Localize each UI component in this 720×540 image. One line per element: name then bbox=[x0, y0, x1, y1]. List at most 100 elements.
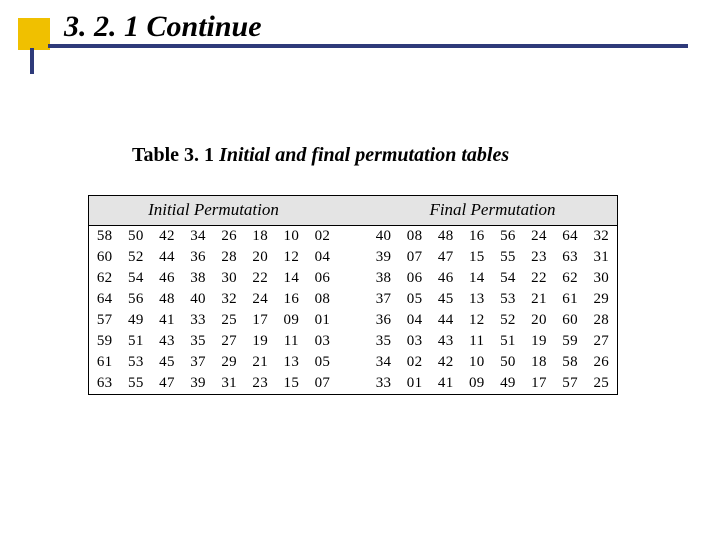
table-cell: 61 bbox=[555, 289, 586, 310]
table-cell: 15 bbox=[276, 373, 307, 395]
caption-rest: Initial and final permutation tables bbox=[214, 144, 509, 166]
table-cell: 29 bbox=[214, 352, 245, 373]
table-cell: 58 bbox=[89, 226, 121, 248]
table-cell: 16 bbox=[461, 226, 492, 248]
table-cell: 52 bbox=[492, 310, 523, 331]
table-cell: 06 bbox=[399, 268, 430, 289]
table-row: 59514335271911033503431151195927 bbox=[89, 331, 618, 352]
table-cell: 39 bbox=[368, 247, 399, 268]
table-cell: 27 bbox=[586, 331, 618, 352]
table-cell: 23 bbox=[523, 247, 554, 268]
table-cell: 28 bbox=[586, 310, 618, 331]
table-cell: 32 bbox=[214, 289, 245, 310]
table-cell: 08 bbox=[307, 289, 338, 310]
table-cell: 33 bbox=[368, 373, 399, 395]
table-cell: 47 bbox=[430, 247, 461, 268]
caption-lead: Table 3. 1 bbox=[132, 144, 214, 166]
table-cell: 28 bbox=[214, 247, 245, 268]
table-cell: 25 bbox=[214, 310, 245, 331]
table-cell: 46 bbox=[430, 268, 461, 289]
table-cell: 59 bbox=[89, 331, 121, 352]
table-cell: 54 bbox=[492, 268, 523, 289]
table-cell: 19 bbox=[245, 331, 276, 352]
table-gap-cell bbox=[338, 226, 368, 248]
table-cell: 31 bbox=[586, 247, 618, 268]
table-row: 57494133251709013604441252206028 bbox=[89, 310, 618, 331]
table-cell: 20 bbox=[245, 247, 276, 268]
table-cell: 03 bbox=[307, 331, 338, 352]
table-cell: 04 bbox=[307, 247, 338, 268]
table-header-final: Final Permutation bbox=[368, 196, 618, 226]
table-cell: 01 bbox=[307, 310, 338, 331]
table-gap-cell bbox=[338, 352, 368, 373]
table-cell: 07 bbox=[399, 247, 430, 268]
table-cell: 52 bbox=[120, 247, 151, 268]
table-cell: 39 bbox=[183, 373, 214, 395]
table-cell: 16 bbox=[276, 289, 307, 310]
table-cell: 50 bbox=[120, 226, 151, 248]
table-cell: 02 bbox=[307, 226, 338, 248]
table-cell: 64 bbox=[89, 289, 121, 310]
table-row: 62544638302214063806461454226230 bbox=[89, 268, 618, 289]
table-cell: 10 bbox=[276, 226, 307, 248]
table-row: 64564840322416083705451353216129 bbox=[89, 289, 618, 310]
table-cell: 35 bbox=[183, 331, 214, 352]
table-cell: 46 bbox=[151, 268, 182, 289]
accent-rule-horizontal bbox=[48, 44, 688, 48]
table-cell: 27 bbox=[214, 331, 245, 352]
table-cell: 10 bbox=[461, 352, 492, 373]
table-cell: 53 bbox=[120, 352, 151, 373]
table-cell: 59 bbox=[555, 331, 586, 352]
table-cell: 06 bbox=[307, 268, 338, 289]
table-cell: 36 bbox=[183, 247, 214, 268]
permutation-table: Initial Permutation Final Permutation 58… bbox=[88, 195, 618, 395]
table-cell: 30 bbox=[214, 268, 245, 289]
table-cell: 53 bbox=[492, 289, 523, 310]
table-cell: 62 bbox=[555, 268, 586, 289]
table-cell: 13 bbox=[461, 289, 492, 310]
table-cell: 60 bbox=[89, 247, 121, 268]
table-cell: 09 bbox=[276, 310, 307, 331]
table-gap-cell bbox=[338, 289, 368, 310]
table-cell: 38 bbox=[183, 268, 214, 289]
table-gap-cell bbox=[338, 331, 368, 352]
table-cell: 31 bbox=[214, 373, 245, 395]
table-header-gap bbox=[338, 196, 368, 226]
table-cell: 35 bbox=[368, 331, 399, 352]
table-cell: 05 bbox=[307, 352, 338, 373]
table-cell: 43 bbox=[151, 331, 182, 352]
table-cell: 41 bbox=[151, 310, 182, 331]
table-cell: 49 bbox=[120, 310, 151, 331]
table-cell: 14 bbox=[461, 268, 492, 289]
accent-rule-vertical bbox=[30, 48, 34, 74]
table-cell: 04 bbox=[399, 310, 430, 331]
table-cell: 24 bbox=[523, 226, 554, 248]
table-cell: 34 bbox=[368, 352, 399, 373]
table-cell: 13 bbox=[276, 352, 307, 373]
table-cell: 19 bbox=[523, 331, 554, 352]
table-cell: 26 bbox=[586, 352, 618, 373]
table-cell: 26 bbox=[214, 226, 245, 248]
table-cell: 45 bbox=[430, 289, 461, 310]
table-gap-cell bbox=[338, 373, 368, 395]
table-cell: 51 bbox=[492, 331, 523, 352]
table-cell: 56 bbox=[120, 289, 151, 310]
slide: 3. 2. 1 Continue Table 3. 1 Initial and … bbox=[0, 0, 720, 540]
table-cell: 30 bbox=[586, 268, 618, 289]
table-cell: 40 bbox=[183, 289, 214, 310]
table-cell: 45 bbox=[151, 352, 182, 373]
table-cell: 25 bbox=[586, 373, 618, 395]
table-cell: 22 bbox=[523, 268, 554, 289]
table-cell: 09 bbox=[461, 373, 492, 395]
table-header-initial: Initial Permutation bbox=[89, 196, 338, 226]
table-cell: 37 bbox=[183, 352, 214, 373]
table-cell: 40 bbox=[368, 226, 399, 248]
table-cell: 15 bbox=[461, 247, 492, 268]
table-cell: 29 bbox=[586, 289, 618, 310]
table-cell: 11 bbox=[276, 331, 307, 352]
table-cell: 50 bbox=[492, 352, 523, 373]
table-cell: 23 bbox=[245, 373, 276, 395]
table-cell: 02 bbox=[399, 352, 430, 373]
table-cell: 58 bbox=[555, 352, 586, 373]
table-cell: 64 bbox=[555, 226, 586, 248]
